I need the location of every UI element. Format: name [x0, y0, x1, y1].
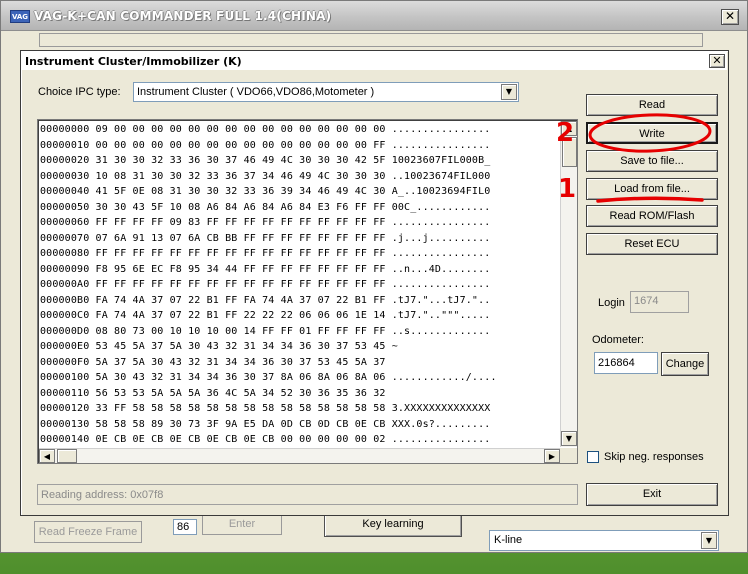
write-circle-annotation	[588, 113, 712, 153]
load-underline-annotation	[596, 196, 704, 203]
annotation-marks	[588, 113, 712, 203]
